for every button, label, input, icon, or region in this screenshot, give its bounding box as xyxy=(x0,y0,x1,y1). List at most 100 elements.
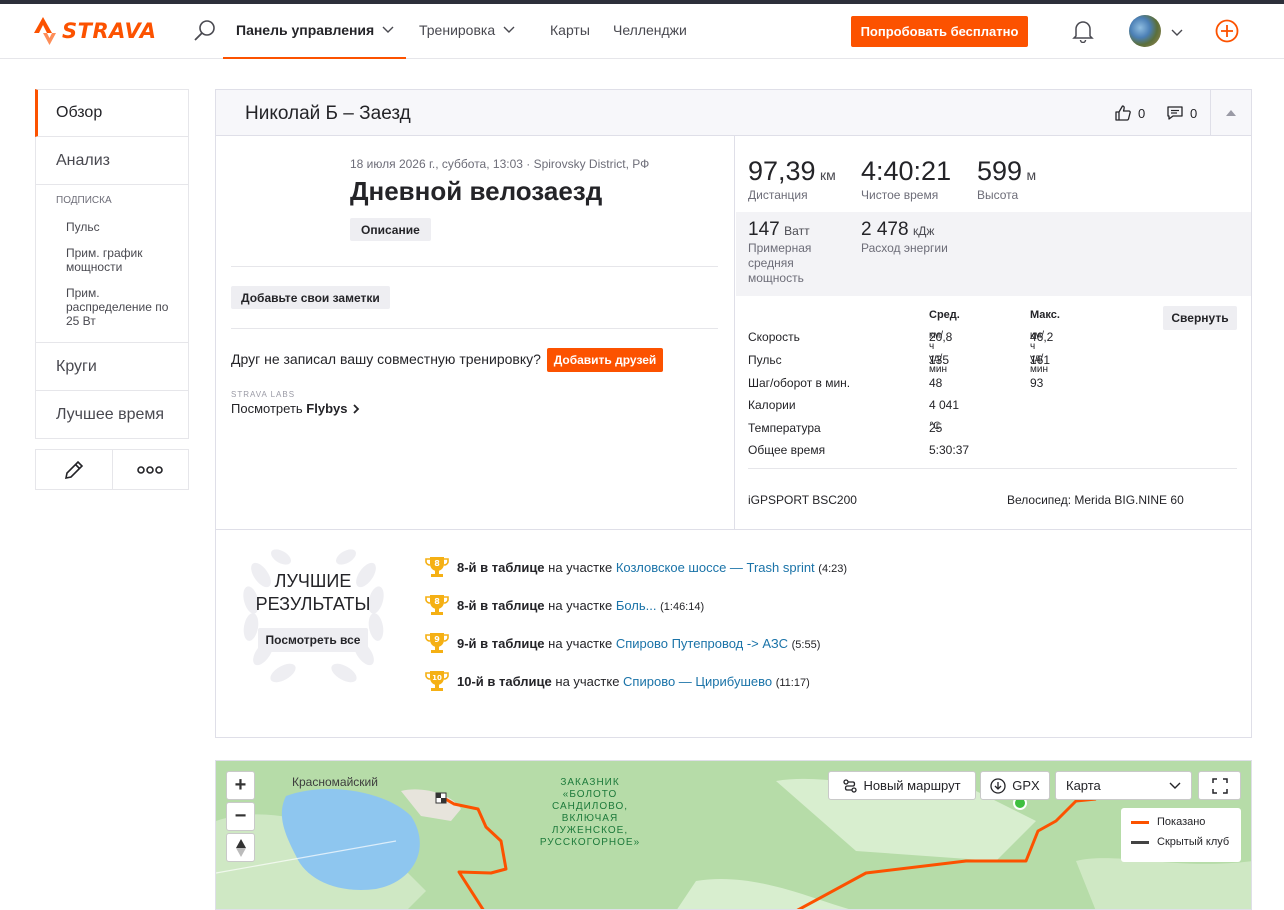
nav-dashboard[interactable]: Панель управления xyxy=(236,22,394,38)
detail-max-unit: уд/мин xyxy=(1030,353,1048,375)
sidebar-item-heartrate[interactable]: Пульс xyxy=(36,220,188,234)
trophy-icon: 8 xyxy=(425,595,449,615)
gpx-label: GPX xyxy=(1012,778,1040,793)
detail-avg-unit: км/ч xyxy=(929,330,944,352)
compass-button[interactable] xyxy=(226,833,255,862)
flybys-prefix: Посмотреть xyxy=(231,401,307,416)
new-route-label: Новый маршрут xyxy=(863,778,961,793)
sidebar-item-best-efforts[interactable]: Лучшее время xyxy=(35,391,189,439)
more-options-button[interactable] xyxy=(111,450,189,489)
route-icon xyxy=(843,778,858,793)
kudos-button[interactable]: 0 xyxy=(1114,104,1145,122)
see-all-button[interactable]: Посмотреть все xyxy=(258,628,368,652)
try-free-button[interactable]: Попробовать бесплатно xyxy=(851,16,1028,47)
sidebar-item-power-distribution[interactable]: Прим. распределение по 25 Вт xyxy=(36,286,188,328)
power-stats-band: 147 Ватт Примерная средняя мощность 2 47… xyxy=(736,212,1251,296)
bell-icon[interactable] xyxy=(1072,19,1094,48)
detail-avg-value: 4 041 xyxy=(929,398,960,412)
download-icon xyxy=(990,777,1006,794)
site-header: STRAVA Панель управления Тренировка Карт… xyxy=(0,4,1284,59)
segment-link[interactable]: Козловское шоссе — Trash sprint xyxy=(616,560,815,575)
map-layer-select[interactable]: Карта xyxy=(1055,771,1192,800)
athlete-photo[interactable] xyxy=(231,156,331,256)
strava-logo[interactable]: STRAVA xyxy=(34,16,157,46)
sidebar-item-power-curve[interactable]: Прим. график мощности xyxy=(36,246,188,274)
achievement-time: (5:55) xyxy=(791,638,821,651)
segment-link[interactable]: Спирово Путепровод -> АЗС xyxy=(616,636,788,651)
user-avatar[interactable] xyxy=(1129,15,1161,47)
trophy-icon: 9 xyxy=(425,633,449,653)
strava-chevron-icon xyxy=(34,17,56,45)
achievement-on-text: на участке xyxy=(544,597,616,613)
activity-sidebar: Обзор Анализ ПОДПИСКА Пульс Прим. график… xyxy=(35,89,189,490)
achievement-time: (1:46:14) xyxy=(660,600,705,613)
activity-meta: 18 июля 2026 г., суббота, 13:03 · Spirov… xyxy=(350,157,650,171)
kudos-count: 0 xyxy=(1138,105,1146,121)
stat-power: 147 Ватт Примерная средняя мощность xyxy=(748,219,840,286)
upload-plus-icon[interactable] xyxy=(1215,19,1239,48)
comments-button[interactable]: 0 xyxy=(1166,104,1197,122)
detail-row: Шаг/оборот в мин. 48 93 xyxy=(748,376,1228,398)
stat-moving-time: 4:40:21 Чистое время xyxy=(861,156,951,202)
nav-training[interactable]: Тренировка xyxy=(419,22,515,38)
elevation-unit: м xyxy=(1026,167,1037,183)
comment-icon xyxy=(1167,106,1183,120)
elevation-value: 599 xyxy=(977,156,1023,186)
caret-up-icon xyxy=(1226,110,1236,116)
detail-row: Пульс 135 уд/мин 161 уд/мин xyxy=(748,353,1228,375)
detail-avg-unit: ℃ xyxy=(929,421,941,432)
add-friends-button[interactable]: Добавить друзей xyxy=(547,348,663,372)
fullscreen-icon xyxy=(1211,777,1228,794)
activity-card-header: Николай Б – Заезд 0 0 xyxy=(216,90,1251,136)
segment-link[interactable]: Боль... xyxy=(616,598,657,613)
gpx-download-button[interactable]: GPX xyxy=(980,771,1050,800)
activity-stats: 97,39 км Дистанция 4:40:21 Чистое время … xyxy=(736,136,1251,529)
description-button[interactable]: Описание xyxy=(350,218,431,241)
more-dots-icon xyxy=(137,465,164,474)
elevation-label: Высота xyxy=(977,188,1019,202)
distance-value: 97,39 xyxy=(748,156,816,186)
search-icon[interactable] xyxy=(193,18,217,47)
detail-avg-unit: уд/мин xyxy=(929,353,947,375)
detail-row: Калории 4 041 xyxy=(748,398,1228,420)
new-route-button[interactable]: Новый маршрут xyxy=(828,771,976,800)
segment-link[interactable]: Спирово — Цирибушево xyxy=(623,674,772,689)
bike-info: Велосипед: Merida BIG.NINE 60 xyxy=(1007,493,1184,507)
collapse-details-button[interactable]: Свернуть xyxy=(1163,306,1237,330)
best-results-title-line1: ЛУЧШИЕ xyxy=(274,571,352,591)
distance-unit: км xyxy=(820,167,836,183)
legend-swatch-hidden xyxy=(1131,840,1149,844)
map-layer-value: Карта xyxy=(1066,778,1101,793)
sidebar-item-analysis[interactable]: Анализ xyxy=(35,137,189,185)
detail-label: Пульс xyxy=(748,353,782,367)
nav-challenges[interactable]: Челленджи xyxy=(613,22,687,38)
chevron-down-icon[interactable] xyxy=(1171,24,1183,42)
detail-label: Калории xyxy=(748,398,796,412)
edit-button[interactable] xyxy=(36,450,112,489)
bike-name[interactable]: Merida BIG.NINE 60 xyxy=(1074,493,1183,507)
sidebar-item-overview[interactable]: Обзор xyxy=(35,89,189,137)
zoom-out-button[interactable]: − xyxy=(226,802,255,831)
route-map[interactable]: Красномайский ЗАКАЗНИК «БОЛОТО САНДИЛОВО… xyxy=(215,760,1252,910)
chevron-down-icon xyxy=(382,26,394,33)
start-flag-icon xyxy=(435,792,447,804)
activity-summary: 18 июля 2026 г., суббота, 13:03 · Spirov… xyxy=(216,136,735,529)
legend-swatch-shown xyxy=(1131,820,1149,824)
add-notes-button[interactable]: Добавьте свои заметки xyxy=(231,286,390,309)
trophy-rank-text: 10 xyxy=(432,674,442,682)
brand-wordmark: STRAVA xyxy=(62,19,157,43)
detail-label: Шаг/оборот в мин. xyxy=(748,376,851,390)
legend-item-shown: Показано xyxy=(1131,816,1241,828)
max-header: Макс. xyxy=(1030,309,1060,321)
zoom-in-button[interactable]: + xyxy=(226,771,255,800)
nav-maps[interactable]: Карты xyxy=(550,22,590,38)
detail-row: Температура 25 ℃ xyxy=(748,421,1228,443)
achievement-on-text: на участке xyxy=(551,673,624,689)
fullscreen-button[interactable] xyxy=(1198,771,1241,800)
sidebar-item-laps[interactable]: Круги xyxy=(35,343,189,391)
flybys-link[interactable]: Посмотреть Flybys xyxy=(231,401,360,416)
collapse-toggle[interactable] xyxy=(1210,90,1251,135)
achievement-item: 10 10-й в таблице на участке Спирово — Ц… xyxy=(425,669,810,693)
stat-energy: 2 478 кДж Расход энергии xyxy=(861,219,948,256)
stat-elevation: 599 м Высота xyxy=(977,156,1036,202)
